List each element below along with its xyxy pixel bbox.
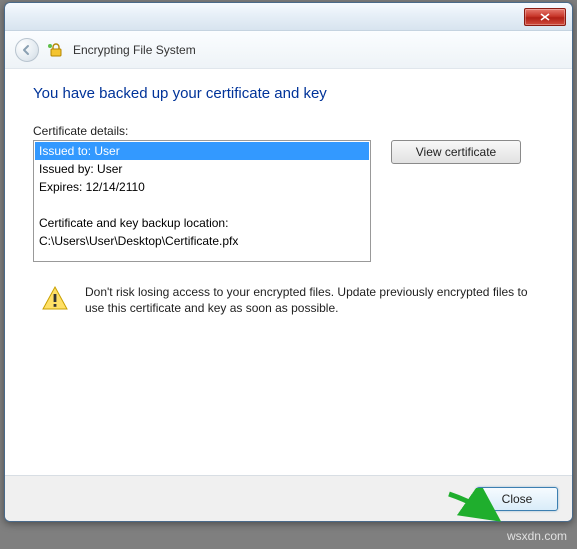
dialog-footer: Close [5, 475, 572, 521]
warning-text: Don't risk losing access to your encrypt… [85, 284, 544, 316]
back-arrow-icon [21, 44, 33, 56]
close-button[interactable]: Close [476, 487, 558, 511]
view-certificate-label: View certificate [416, 145, 496, 159]
issued-to-line: Issued to: User [35, 142, 369, 160]
expires-line: Expires: 12/14/2110 [35, 178, 369, 196]
header-title: Encrypting File System [73, 43, 196, 57]
certificate-details-box[interactable]: Issued to: User Issued by: User Expires:… [33, 140, 371, 262]
issued-by-line: Issued by: User [35, 160, 369, 178]
dialog-window: Encrypting File System You have backed u… [4, 2, 573, 522]
back-button[interactable] [15, 38, 39, 62]
warning-row: Don't risk losing access to your encrypt… [33, 284, 544, 316]
content-area: You have backed up your certificate and … [5, 69, 572, 475]
close-icon [540, 13, 550, 21]
details-label: Certificate details: [33, 124, 544, 138]
header-band: Encrypting File System [5, 31, 572, 69]
backup-location-label: Certificate and key backup location: [35, 214, 369, 232]
titlebar [5, 3, 572, 31]
warning-icon [41, 284, 69, 312]
close-button-label: Close [502, 492, 533, 506]
page-heading: You have backed up your certificate and … [33, 85, 544, 102]
window-close-button[interactable] [524, 8, 566, 26]
watermark: wsxdn.com [507, 529, 567, 543]
backup-location-path: C:\Users\User\Desktop\Certificate.pfx [35, 232, 369, 250]
view-certificate-button[interactable]: View certificate [391, 140, 521, 164]
efs-icon [47, 41, 65, 59]
